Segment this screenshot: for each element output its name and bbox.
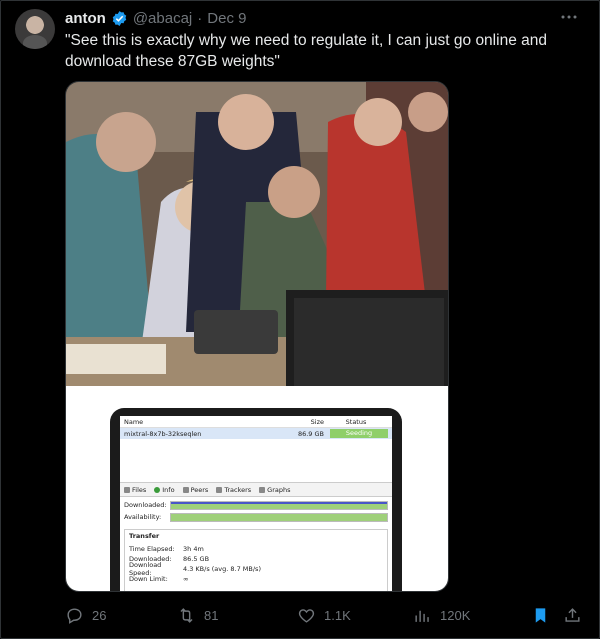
avatar[interactable] bbox=[15, 9, 55, 49]
transfer-panel: Transfer Time Elapsed: 3h 4m Downloaded: 8… bbox=[124, 529, 388, 591]
like-count: 1.1K bbox=[324, 607, 351, 623]
author-name[interactable]: anton bbox=[65, 10, 106, 27]
retweet-icon bbox=[180, 607, 193, 623]
availability-row: Availability: bbox=[124, 511, 388, 523]
separator: · bbox=[197, 9, 203, 27]
column-size[interactable]: Size bbox=[294, 418, 324, 426]
tweet-header: anton @abacaj · Dec 9 bbox=[65, 7, 246, 29]
torrent-size: 86.9 GB bbox=[297, 429, 324, 438]
verified-badge-icon bbox=[112, 10, 127, 26]
retweet-button[interactable]: 81 bbox=[177, 603, 218, 627]
torrent-table-header: Name Size Status bbox=[120, 416, 392, 428]
meeting-photo bbox=[66, 82, 448, 386]
like-icon bbox=[298, 608, 315, 623]
tab-trackers[interactable]: Trackers bbox=[216, 486, 251, 494]
info-icon bbox=[154, 486, 161, 493]
availability-fill bbox=[171, 513, 387, 521]
downloaded-bar bbox=[170, 500, 388, 510]
tweet-actions: 26 81 1.1K 120K bbox=[65, 603, 585, 627]
retweet-count: 81 bbox=[204, 607, 219, 623]
author-handle[interactable]: @abacaj bbox=[133, 10, 192, 27]
tweet-date[interactable]: Dec 9 bbox=[207, 10, 246, 27]
share-button[interactable] bbox=[563, 603, 582, 627]
column-status[interactable]: Status bbox=[324, 418, 388, 426]
tab-files[interactable]: Files bbox=[124, 486, 146, 494]
reply-count: 26 bbox=[92, 607, 107, 623]
transfer-row: Down Limit: ∞ bbox=[129, 575, 189, 583]
downloaded-label: Downloaded: bbox=[124, 501, 167, 509]
tweet: anton @abacaj · Dec 9 "See this is exact… bbox=[0, 0, 600, 639]
reply-icon bbox=[67, 607, 82, 624]
tweet-media[interactable]: Name Size Status mixtral-8x7b-32kseqlen … bbox=[65, 81, 449, 592]
column-name[interactable]: Name bbox=[124, 418, 294, 426]
files-icon bbox=[124, 486, 130, 493]
transfer-title: Transfer bbox=[129, 532, 160, 540]
bookmark-icon bbox=[535, 607, 546, 623]
reply-button[interactable]: 26 bbox=[65, 603, 106, 627]
tab-info[interactable]: Info bbox=[154, 486, 175, 494]
availability-bar bbox=[170, 512, 388, 522]
views-button[interactable]: 120K bbox=[413, 603, 470, 627]
tablet-frame: Name Size Status mixtral-8x7b-32kseqlen … bbox=[110, 408, 402, 591]
downloaded-row: Downloaded: bbox=[124, 499, 388, 511]
availability-label: Availability: bbox=[124, 513, 162, 521]
bookmark-button[interactable] bbox=[531, 603, 550, 627]
peers-icon bbox=[182, 486, 189, 493]
tab-graphs[interactable]: Graphs bbox=[259, 486, 291, 494]
graphs-icon bbox=[259, 486, 266, 493]
more-options-icon[interactable] bbox=[559, 7, 579, 27]
tab-peers[interactable]: Peers bbox=[182, 486, 208, 494]
views-count: 120K bbox=[440, 607, 471, 623]
torrent-row[interactable]: mixtral-8x7b-32kseqlen 86.9 GB Seeding bbox=[120, 428, 392, 439]
torrent-name: mixtral-8x7b-32kseqlen bbox=[124, 429, 202, 438]
tweet-text: "See this is exactly why we need to regu… bbox=[65, 32, 547, 70]
like-button[interactable]: 1.1K bbox=[297, 603, 351, 627]
progress-bars: Downloaded: Availability: bbox=[120, 497, 392, 525]
views-icon bbox=[415, 610, 429, 622]
transfer-row: Time Elapsed: 3h 4m bbox=[129, 545, 204, 553]
torrent-client: Name Size Status mixtral-8x7b-32kseqlen … bbox=[120, 416, 392, 591]
torrent-list-area bbox=[120, 439, 392, 483]
transfer-row: Download Speed: 4.3 KB/s (avg. 8.7 MB/s) bbox=[129, 561, 261, 577]
torrent-status: Seeding bbox=[330, 429, 388, 438]
downloaded-fill bbox=[171, 501, 387, 509]
torrent-screenshot: Name Size Status mixtral-8x7b-32kseqlen … bbox=[66, 386, 448, 591]
share-icon bbox=[565, 607, 580, 622]
detail-tabs: Files Info Peers Trackers Graphs bbox=[120, 483, 392, 497]
trackers-icon bbox=[216, 486, 223, 493]
